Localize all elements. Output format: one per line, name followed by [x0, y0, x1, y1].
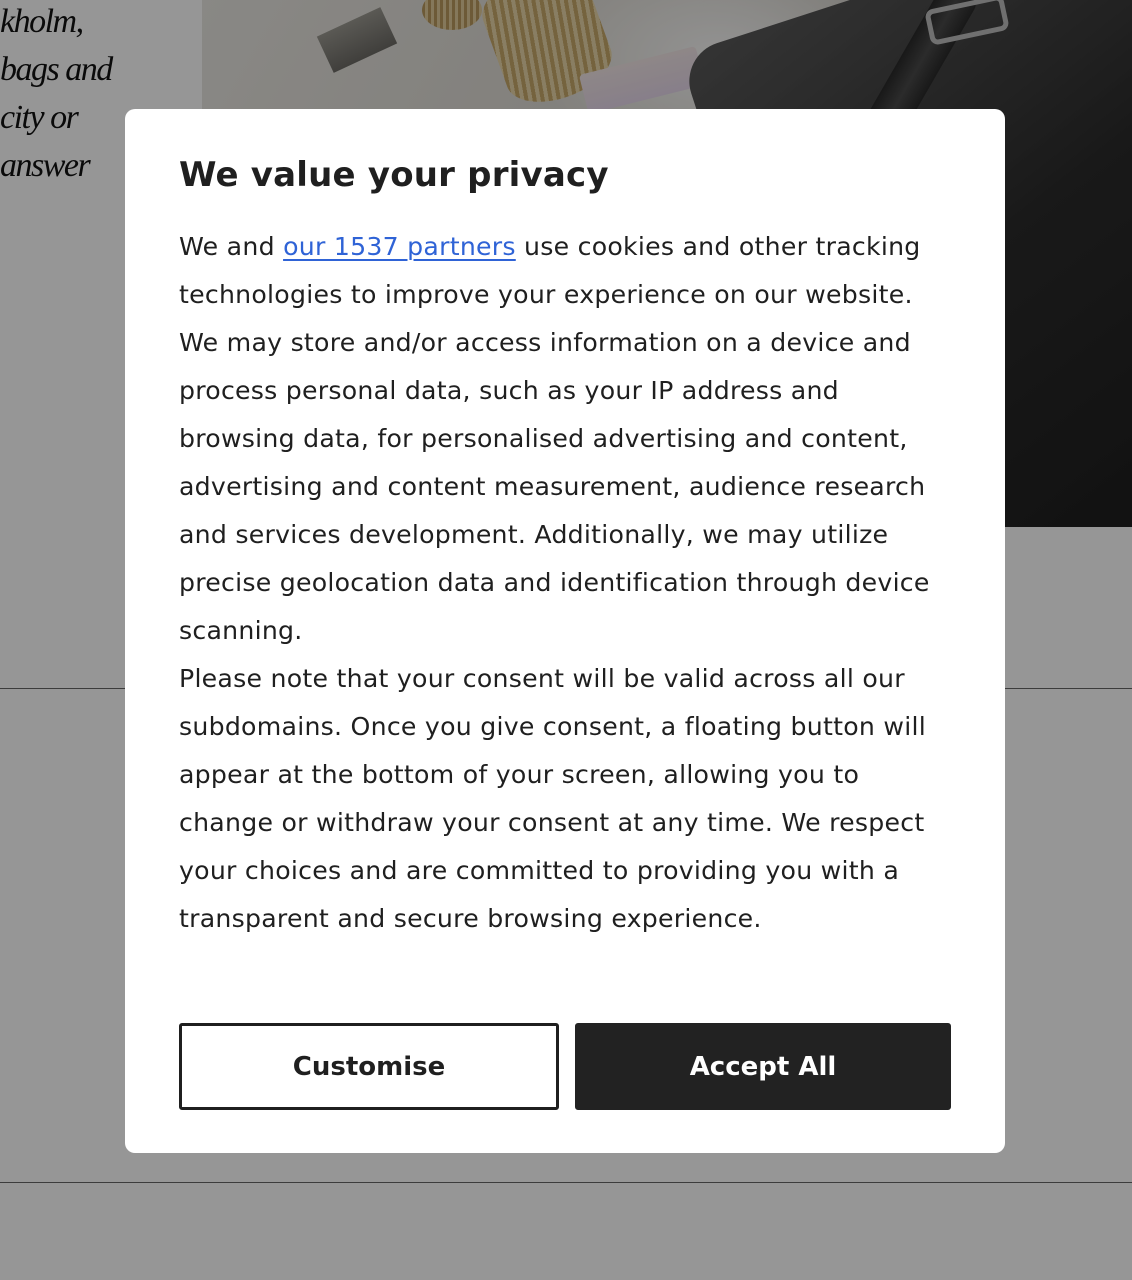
consent-intro-text: use cookies and other tracking technolog…	[179, 232, 930, 645]
dialog-body: We and our 1537 partners use cookies and…	[179, 223, 954, 943]
cookie-consent-dialog: We value your privacy We and our 1537 pa…	[125, 109, 1005, 1153]
customise-button[interactable]: Customise	[179, 1023, 559, 1110]
consent-note-paragraph: Please note that your consent will be va…	[179, 664, 926, 933]
consent-intro-text: We and	[179, 232, 284, 261]
partners-link[interactable]: our 1537 partners	[283, 232, 516, 261]
consent-paragraph: We and our 1537 partners use cookies and…	[179, 223, 954, 655]
accept-all-button[interactable]: Accept All	[575, 1023, 951, 1110]
dialog-title: We value your privacy	[179, 155, 609, 195]
